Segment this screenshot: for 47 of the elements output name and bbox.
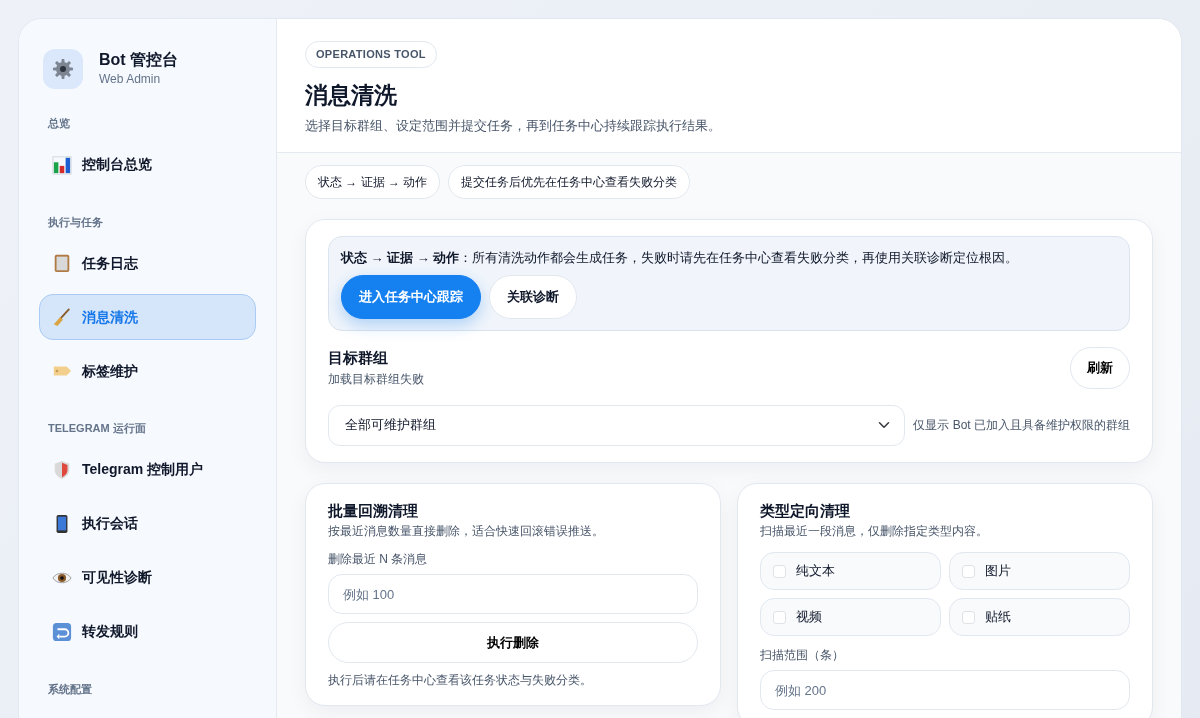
card-subtitle: 按最近消息数量直接删除，适合快速回滚错误推送。 [328,523,605,540]
callout-text: 状态 → 证据 → 动作：所有清洗动作都会生成任务，失败时请先在任务中心查看失败分类，再使用关联诊断定位根因。 [341,248,1020,267]
scan-range-input[interactable]: 例如 200 [760,670,1130,710]
track-task-button[interactable]: 进入任务中心跟踪 [341,275,481,319]
card-title: 类型定向清理 [760,500,851,521]
group-select[interactable]: 全部可维护群组 [328,404,906,446]
type-option[interactable]: 贴纸 [949,598,1130,636]
type-option[interactable]: 纯文本 [760,552,941,590]
note-text: 执行后请在任务中心查看该任务状态与失败分类。 [328,672,593,689]
section-label: TELEGRAM 运行面 [48,421,147,436]
brand-title: Bot 管控台 [99,50,179,70]
shield-icon [52,459,72,480]
type-option[interactable]: 视频 [760,598,941,636]
sidebar-item[interactable]: 控制台总览 [39,141,256,188]
refresh-button[interactable]: 刷新 [1070,346,1130,389]
select-hint: 仅显示 Bot 已加入且具备维护权限的群组 [913,417,1130,434]
section-title: 目标群组 [328,348,389,369]
load-status: 加载目标群组失败 [328,370,424,388]
diagnose-button[interactable]: 关联诊断 [489,275,577,319]
page-title: 消息清洗 [305,80,398,110]
clipboard-icon [52,253,72,273]
sidebar-item[interactable]: 转发规则 [39,608,256,655]
section-label: 系统配置 [48,681,93,697]
sidebar-item[interactable]: 执行会话 [39,500,256,547]
section-label: 执行与任务 [48,214,104,230]
brand-subtitle: Web Admin [99,70,162,88]
sidebar-item[interactable]: Telegram 控制用户 [39,446,256,493]
card-title: 批量回溯清理 [328,500,419,521]
delete-button[interactable]: 执行删除 [328,622,698,663]
checkbox[interactable] [773,610,786,624]
checkbox[interactable] [773,564,786,578]
bar-chart-icon [52,154,72,175]
sidebar-item[interactable]: 可见性诊断 [39,554,256,601]
type-option[interactable]: 图片 [949,552,1130,590]
broom-icon [52,307,72,327]
hint-chip: 提交任务后优先在任务中心查看失败分类 [448,164,691,199]
section-label: 总览 [48,116,71,131]
page-subtitle: 选择目标群组、设定范围并提交任务，再到任务中心持续跟踪执行结果。 [305,117,722,135]
card-subtitle: 扫描最近一段消息，仅删除指定类型内容。 [760,523,989,540]
hint-chip: 状态 → 证据 → 动作 [305,164,441,199]
count-input[interactable]: 例如 100 [328,574,698,614]
checkbox[interactable] [962,564,975,578]
field-label: 扫描范围（条） [760,647,845,664]
field-label: 删除最近 N 条消息 [328,551,429,568]
sidebar-item[interactable]: 标签维护 [39,348,256,394]
sidebar-item[interactable]: 任务日志 [39,240,256,286]
checkbox[interactable] [962,610,975,624]
